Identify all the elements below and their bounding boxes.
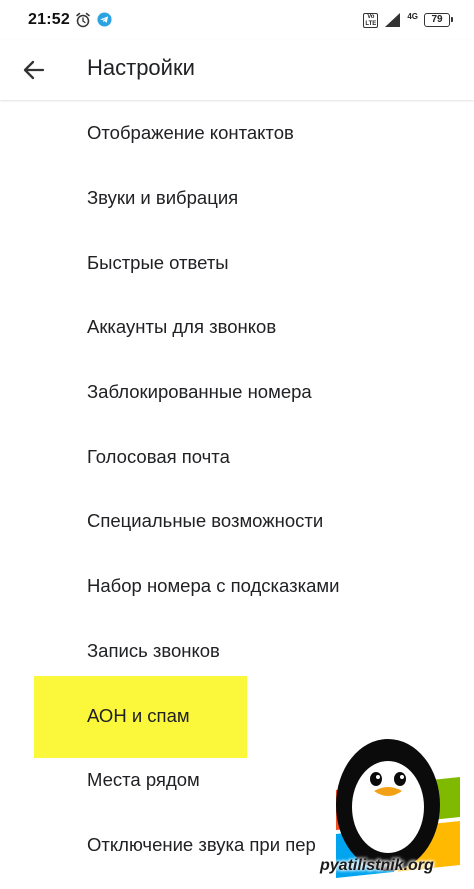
alarm-icon xyxy=(76,12,90,28)
settings-item-label: Места рядом xyxy=(87,769,200,791)
settings-item-label: Звуки и вибрация xyxy=(87,187,239,209)
settings-item-label: Отключение звука при пер xyxy=(87,833,316,855)
settings-item-contacts-display[interactable]: Отображение контактов xyxy=(0,101,474,166)
settings-item-blocked-numbers[interactable]: Заблокированные номера xyxy=(0,360,474,425)
status-bar: 21:52 Vo LTE 4G 79 xyxy=(0,0,474,40)
settings-item-label: Запись звонков xyxy=(87,639,220,661)
settings-item-label: АОН и спам xyxy=(87,704,190,726)
status-time: 21:52 xyxy=(28,11,70,28)
settings-item-label: Отображение контактов xyxy=(87,122,294,144)
arrow-left-icon[interactable] xyxy=(18,54,50,86)
page-title: Настройки xyxy=(87,55,195,80)
volte-icon: Vo LTE xyxy=(363,12,379,28)
settings-item-label: Аккаунты для звонков xyxy=(87,316,277,338)
settings-item-assisted-dialing[interactable]: Набор номера с подсказками xyxy=(0,554,474,619)
signal-icon xyxy=(385,13,401,27)
status-right-group: Vo LTE 4G 79 xyxy=(363,11,453,29)
app-bar: Настройки xyxy=(0,40,474,100)
settings-item-label: Голосовая почта xyxy=(87,445,230,467)
settings-item-quick-responses[interactable]: Быстрые ответы xyxy=(0,230,474,295)
settings-item-label: Набор номера с подсказками xyxy=(87,575,340,597)
settings-item-sounds-vibration[interactable]: Звуки и вибрация xyxy=(0,166,474,231)
settings-item-call-recording[interactable]: Запись звонков xyxy=(0,619,474,684)
settings-item-label: Специальные возможности xyxy=(87,510,324,532)
settings-item-label: Быстрые ответы xyxy=(87,251,229,273)
settings-item-calling-accounts[interactable]: Аккаунты для звонков xyxy=(0,295,474,360)
settings-item-accessibility[interactable]: Специальные возможности xyxy=(0,489,474,554)
battery-level: 79 xyxy=(431,14,443,25)
network-type-label: 4G xyxy=(407,11,418,21)
battery-icon: 79 xyxy=(424,13,453,27)
telegram-icon xyxy=(97,12,112,27)
watermark-text: pyatilistnik.org xyxy=(320,857,434,874)
settings-item-label: Заблокированные номера xyxy=(87,381,312,403)
settings-item-voicemail[interactable]: Голосовая почта xyxy=(0,424,474,489)
